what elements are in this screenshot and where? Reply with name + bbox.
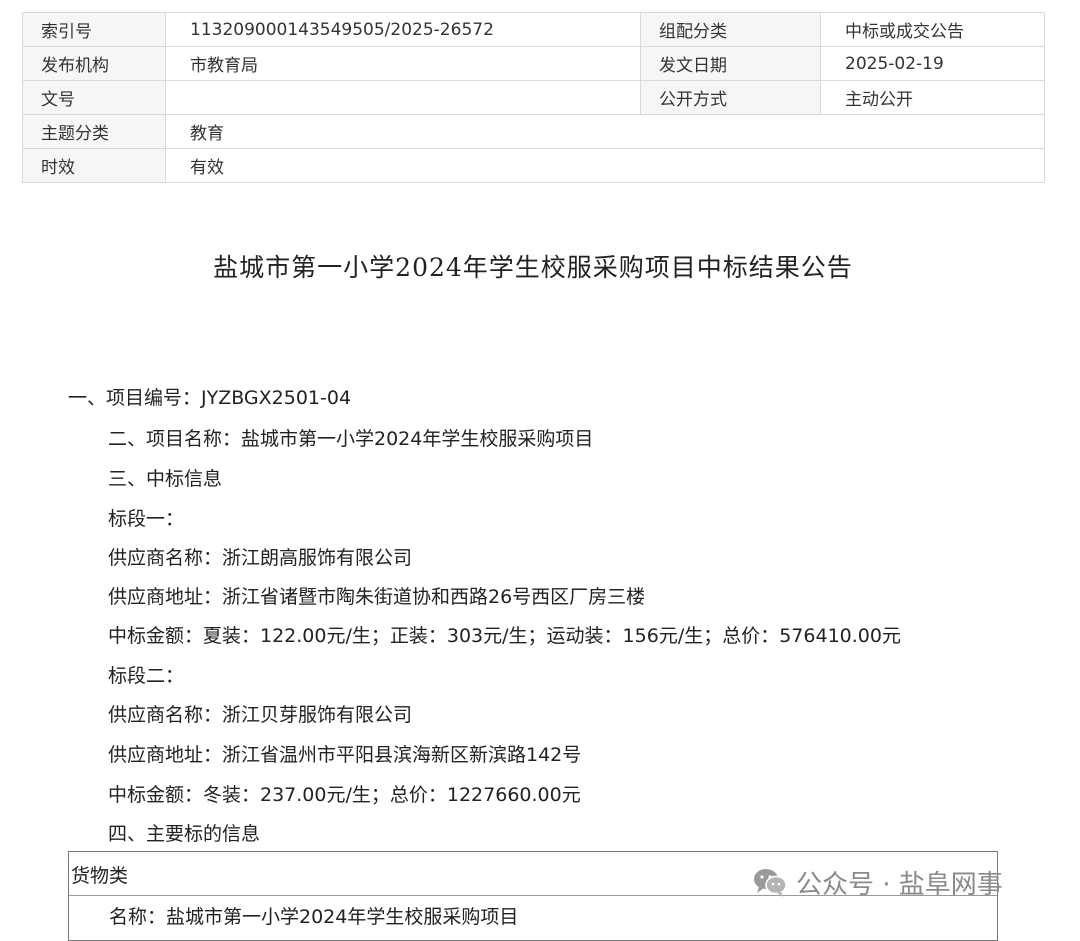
watermark: 公众号 · 盐阜网事 (752, 864, 1003, 900)
metadata-row: 时效 有效 (22, 148, 1045, 183)
metadata-row: 索引号 113209000143549505/2025-26572 组配分类 中… (22, 12, 1045, 47)
main-subject-heading: 四、主要标的信息 (108, 823, 261, 845)
project-name-line: 二、项目名称：盐城市第一小学2024年学生校服采购项目 (108, 428, 594, 450)
index-number-label: 索引号 (22, 12, 166, 47)
disclosure-label: 公开方式 (640, 80, 821, 115)
disclosure-value: 主动公开 (820, 80, 1045, 115)
category-value: 中标或成交公告 (820, 12, 1045, 47)
lot-one-heading: 标段一： (108, 508, 185, 530)
category-label: 组配分类 (640, 12, 821, 47)
validity-label: 时效 (22, 148, 166, 183)
lot-two-supplier-address: 供应商地址：浙江省温州市平阳县滨海新区新滨路142号 (108, 744, 582, 766)
metadata-row: 文号 公开方式 主动公开 (22, 80, 1045, 115)
topic-label: 主题分类 (22, 114, 166, 149)
award-info-heading: 三、中标信息 (108, 468, 223, 490)
project-number-line: 一、项目编号：JYZBGX2501-04 (68, 387, 352, 409)
lot-two-supplier-name: 供应商名称：浙江贝芽服饰有限公司 (108, 704, 413, 726)
validity-value: 有效 (165, 148, 1045, 183)
publisher-value: 市教育局 (165, 46, 641, 81)
lot-one-supplier-name: 供应商名称：浙江朗高服饰有限公司 (108, 547, 413, 569)
wechat-icon (754, 869, 787, 897)
publish-date-label: 发文日期 (640, 46, 821, 81)
doc-number-value (165, 80, 641, 115)
lot-one-supplier-address: 供应商地址：浙江省诸暨市陶朱街道协和西路26号西区厂房三楼 (108, 586, 646, 608)
metadata-row: 发布机构 市教育局 发文日期 2025-02-19 (22, 46, 1045, 81)
document-title: 盐城市第一小学2024年学生校服采购项目中标结果公告 (213, 253, 853, 282)
publisher-label: 发布机构 (22, 46, 166, 81)
watermark-text: 公众号 · 盐阜网事 (796, 869, 1003, 900)
metadata-table: 索引号 113209000143549505/2025-26572 组配分类 中… (22, 12, 1045, 183)
goods-name-line: 名称：盐城市第一小学2024年学生校服采购项目 (109, 906, 519, 928)
lot-two-award-amount: 中标金额：冬装：237.00元/生；总价：1227660.00元 (108, 784, 581, 806)
doc-number-label: 文号 (22, 80, 166, 115)
metadata-row: 主题分类 教育 (22, 114, 1045, 149)
lot-two-heading: 标段二： (108, 665, 185, 687)
index-number-value: 113209000143549505/2025-26572 (165, 12, 641, 47)
goods-category-label: 货物类 (71, 865, 129, 887)
publish-date-value: 2025-02-19 (820, 46, 1045, 81)
topic-value: 教育 (165, 114, 1045, 149)
lot-one-award-amount: 中标金额：夏装：122.00元/生；正装：303元/生；运动装：156元/生；总… (108, 625, 901, 647)
